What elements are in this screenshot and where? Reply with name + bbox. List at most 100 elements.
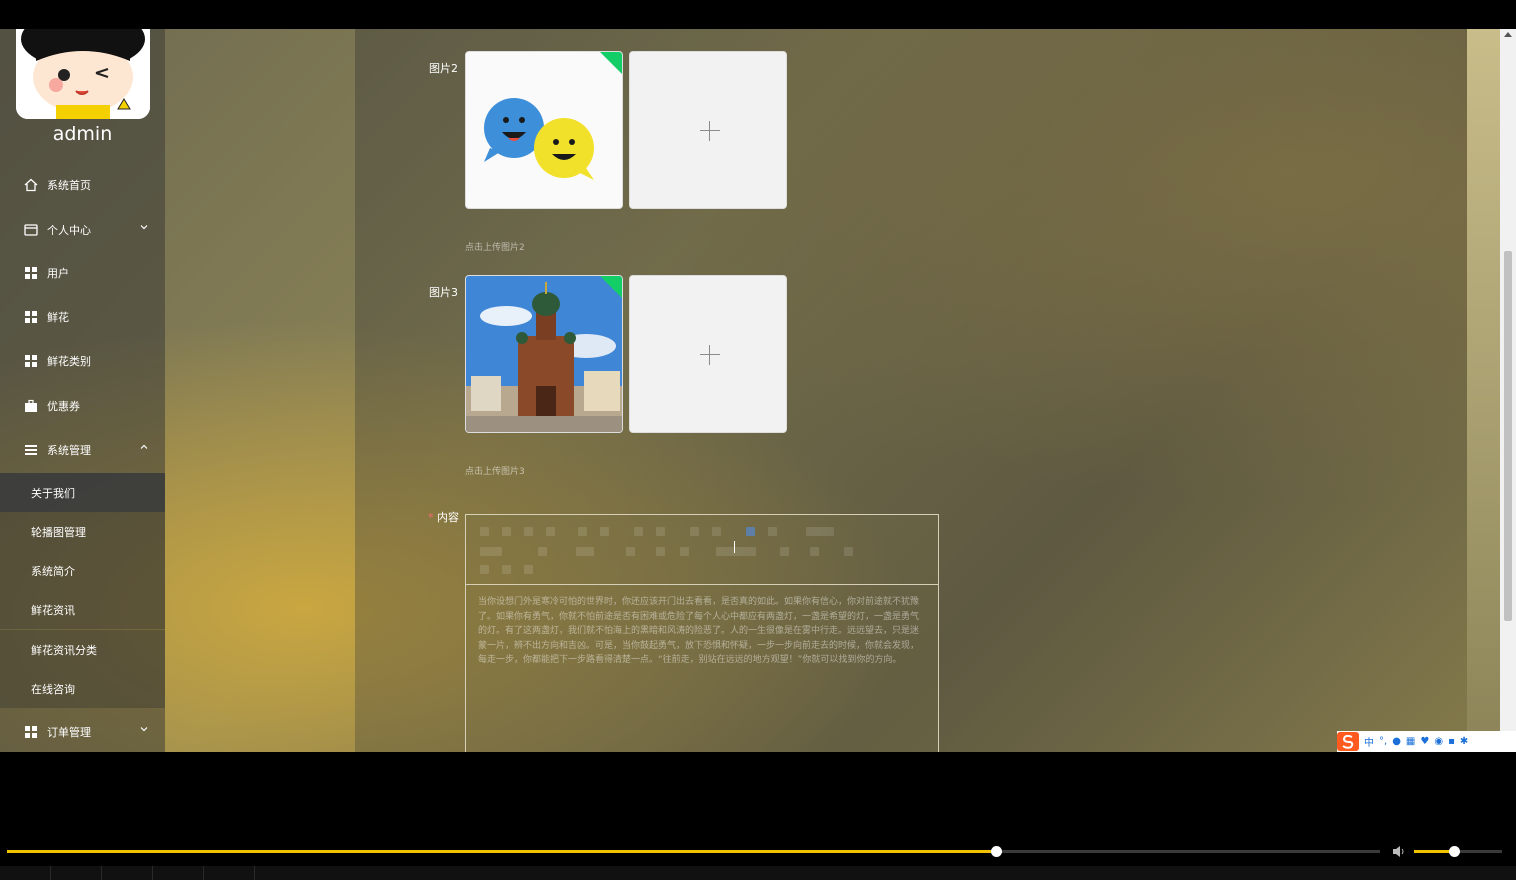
- username: admin: [52, 123, 113, 145]
- header-select[interactable]: [480, 547, 502, 556]
- grid-icon: [25, 267, 37, 279]
- font-family-select[interactable]: [576, 547, 594, 556]
- submenu-item-label: 系统简介: [31, 564, 75, 578]
- taskbar: [0, 866, 1516, 880]
- sidebar-item-flowers[interactable]: 鲜花: [0, 295, 165, 339]
- sidebar-item-flower-categories[interactable]: 鲜花类别: [0, 339, 165, 383]
- video-player-bar: [0, 752, 1516, 880]
- sidebar-item-label: 订单管理: [47, 726, 91, 739]
- toolbox-icon[interactable]: ◉: [1434, 736, 1443, 747]
- superscript-icon[interactable]: [768, 527, 777, 536]
- upload-success-badge: [600, 52, 622, 74]
- clean-icon[interactable]: [780, 547, 789, 556]
- content-label-text: 内容: [437, 511, 459, 524]
- image3-upload-button[interactable]: [629, 275, 787, 433]
- submenu-item-flower-news-categories[interactable]: 鲜花资讯分类: [0, 630, 165, 669]
- app-viewport: admin 系统首页 个人中心 用户 鲜花 鲜花类别 优惠券 系统管理 关于我们…: [0, 29, 1516, 752]
- settings-icon[interactable]: ✱: [1460, 736, 1468, 747]
- underline-icon[interactable]: [524, 527, 533, 536]
- image2-upload-button[interactable]: [629, 51, 787, 209]
- submenu-item-label: 鲜花资讯: [31, 603, 75, 617]
- image2-label: 图片2: [429, 62, 458, 75]
- scroll-up-icon[interactable]: [1504, 32, 1512, 37]
- align-icon[interactable]: [626, 547, 635, 556]
- sidebar-item-users[interactable]: 用户: [0, 251, 165, 295]
- volume-slider[interactable]: [1414, 846, 1502, 857]
- code-icon[interactable]: [600, 527, 609, 536]
- plus-icon: [700, 130, 720, 131]
- taskbar-slot[interactable]: [153, 866, 204, 880]
- punctuation-icon[interactable]: °,: [1379, 736, 1387, 747]
- quote-icon[interactable]: [578, 527, 587, 536]
- sidebar-item-orders[interactable]: 订单管理: [0, 710, 165, 752]
- sidebar-item-profile[interactable]: 个人中心: [0, 208, 165, 252]
- background-color-icon[interactable]: [656, 547, 665, 556]
- playback-progress[interactable]: [7, 846, 1380, 857]
- sidebar-item-label: 系统首页: [47, 179, 91, 192]
- taskbar-slot[interactable]: [102, 866, 153, 880]
- taskbar-slot[interactable]: [51, 866, 102, 880]
- chevron-down-icon: [140, 727, 148, 732]
- progress-knob[interactable]: [990, 846, 1002, 857]
- ordered-list-icon[interactable]: [690, 527, 699, 536]
- text-color-icon[interactable]: [538, 547, 547, 556]
- chevron-down-icon: [140, 225, 148, 230]
- bullet-list-icon[interactable]: [712, 527, 721, 536]
- progress-fill: [7, 850, 996, 853]
- ime-mode[interactable]: 中: [1364, 734, 1374, 749]
- upload-success-badge: [600, 276, 622, 298]
- rich-text-editor[interactable]: 当你设想门外是寒冷可怕的世界时，你还应该开门出去看看，是否真的如此。如果你有信心…: [465, 514, 939, 752]
- vertical-scrollbar[interactable]: [1500, 29, 1516, 752]
- indent-icon[interactable]: [680, 547, 689, 556]
- avatar: [16, 29, 150, 119]
- profile-icon: [24, 224, 38, 236]
- subscript-icon[interactable]: [746, 527, 755, 536]
- align-select[interactable]: [716, 547, 756, 556]
- plus-icon: [700, 354, 720, 355]
- skin-icon[interactable]: ♥: [1420, 736, 1429, 747]
- font-size-select[interactable]: [806, 527, 834, 536]
- image2-preview[interactable]: [465, 51, 623, 209]
- submenu-item-label: 轮播图管理: [31, 525, 86, 539]
- editor-content[interactable]: 当你设想门外是寒冷可怕的世界时，你还应该开门出去看看，是否真的如此。如果你有信心…: [478, 595, 926, 668]
- volume-knob[interactable]: [1448, 846, 1460, 857]
- submenu-item-online-consult[interactable]: 在线咨询: [0, 669, 165, 708]
- taskbar-slot[interactable]: [204, 866, 255, 880]
- grid-icon: [25, 355, 37, 367]
- link-icon[interactable]: [810, 547, 819, 556]
- table-icon[interactable]: [524, 565, 533, 574]
- heading1-icon[interactable]: [634, 527, 643, 536]
- strikethrough-icon[interactable]: [546, 527, 555, 536]
- grid-icon: [25, 726, 37, 738]
- image3-label: 图片3: [429, 286, 458, 299]
- ime-toolbar[interactable]: 中 °, ● ▦ ♥ ◉ ▪ ✱: [1337, 731, 1516, 752]
- church-photo-image: [466, 276, 622, 432]
- volume-icon[interactable]: [1392, 845, 1406, 858]
- heading2-icon[interactable]: [656, 527, 665, 536]
- grid-icon: [25, 311, 37, 323]
- sogou-logo-icon: [1337, 732, 1359, 751]
- microphone-icon[interactable]: ●: [1392, 736, 1401, 747]
- image-icon[interactable]: [480, 565, 489, 574]
- direction-icon[interactable]: [844, 547, 853, 556]
- submenu-item-flower-news[interactable]: 鲜花资讯: [0, 590, 165, 629]
- apps-icon[interactable]: ▪: [1448, 736, 1455, 747]
- sidebar-item-coupons[interactable]: 优惠券: [0, 384, 165, 428]
- bold-icon[interactable]: [480, 527, 489, 536]
- sidebar-item-label: 优惠券: [47, 400, 80, 413]
- keyboard-icon[interactable]: ▦: [1406, 736, 1415, 747]
- italic-icon[interactable]: [502, 527, 511, 536]
- editor-toolbar: [466, 515, 938, 585]
- image3-preview[interactable]: [465, 275, 623, 433]
- submenu-item-system-intro[interactable]: 系统简介: [0, 551, 165, 590]
- submenu-item-carousel[interactable]: 轮播图管理: [0, 512, 165, 551]
- sidebar-item-system-management[interactable]: 系统管理: [0, 428, 165, 472]
- sidebar-item-label: 用户: [47, 267, 69, 280]
- sidebar-item-label: 鲜花类别: [47, 355, 91, 368]
- required-mark: *: [428, 511, 434, 524]
- submenu-item-about-us[interactable]: 关于我们: [0, 473, 165, 512]
- video-icon[interactable]: [502, 565, 511, 574]
- taskbar-slot[interactable]: [0, 866, 51, 880]
- scrollbar-thumb[interactable]: [1504, 251, 1512, 621]
- sidebar-item-home[interactable]: 系统首页: [0, 163, 165, 207]
